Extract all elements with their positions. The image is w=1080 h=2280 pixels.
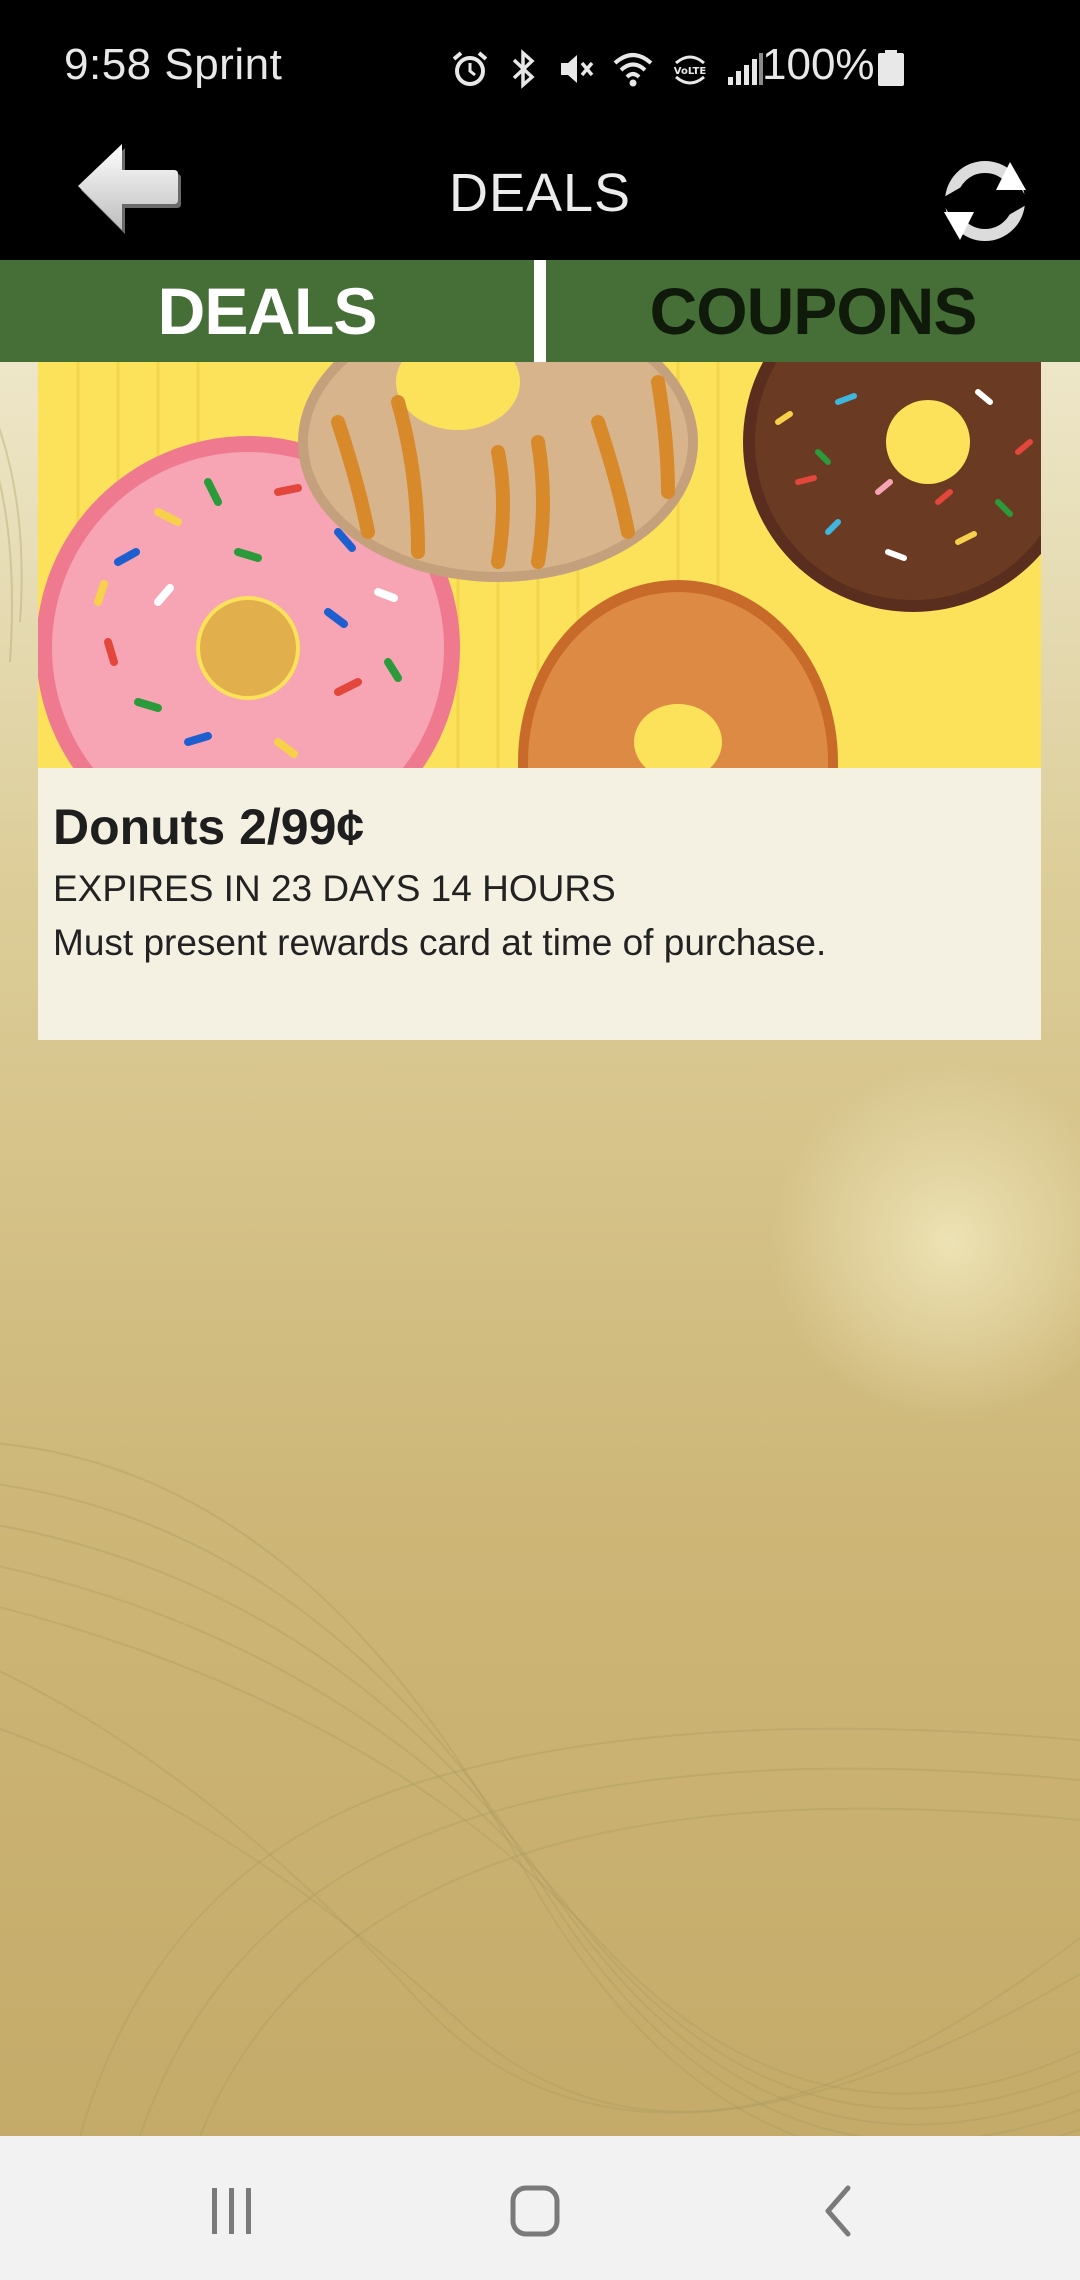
- nav-back-button[interactable]: [800, 2176, 880, 2246]
- alarm-icon: [452, 51, 488, 86]
- nav-back-icon: [825, 2185, 851, 2237]
- recents-icon: [212, 2188, 251, 2234]
- tab-divider: [534, 260, 546, 362]
- deals-list[interactable]: Donuts 2/99¢ EXPIRES IN 23 DAYS 14 HOURS…: [0, 362, 1080, 2136]
- refresh-icon: [940, 161, 1030, 241]
- status-icons: VoLTE: [450, 44, 764, 94]
- svg-text:VoLTE: VoLTE: [674, 66, 707, 77]
- home-button[interactable]: [495, 2176, 575, 2246]
- app-header: DEALS: [0, 136, 1080, 260]
- battery-percent: 100%: [762, 40, 875, 89]
- recents-button[interactable]: [192, 2176, 272, 2246]
- volte-icon: VoLTE: [672, 55, 708, 85]
- deal-title: Donuts 2/99¢: [53, 799, 365, 855]
- signal-icon: [728, 53, 763, 85]
- deal-image: [38, 362, 1041, 768]
- tab-deals[interactable]: DEALS: [0, 260, 534, 362]
- refresh-button[interactable]: [930, 146, 1040, 256]
- system-nav-bar: [0, 2136, 1080, 2280]
- page-title: DEALS: [448, 163, 632, 223]
- bluetooth-icon: [512, 49, 535, 89]
- deal-card[interactable]: Donuts 2/99¢ EXPIRES IN 23 DAYS 14 HOURS…: [38, 362, 1041, 1040]
- donuts-illustration: [38, 362, 1041, 768]
- tab-bar: DEALS COUPONS: [0, 260, 1080, 362]
- status-bar: 9:58 Sprint VoLTE 100%: [0, 0, 1080, 136]
- home-icon: [510, 2185, 560, 2237]
- battery-icon: [878, 50, 904, 86]
- deal-terms: Must present rewards card at time of pur…: [53, 922, 827, 963]
- tab-coupons[interactable]: COUPONS: [546, 260, 1080, 362]
- deal-expiry: EXPIRES IN 23 DAYS 14 HOURS: [53, 868, 616, 909]
- status-time-carrier: 9:58 Sprint: [64, 40, 283, 89]
- wifi-icon: [613, 53, 653, 87]
- mute-icon: [561, 55, 594, 83]
